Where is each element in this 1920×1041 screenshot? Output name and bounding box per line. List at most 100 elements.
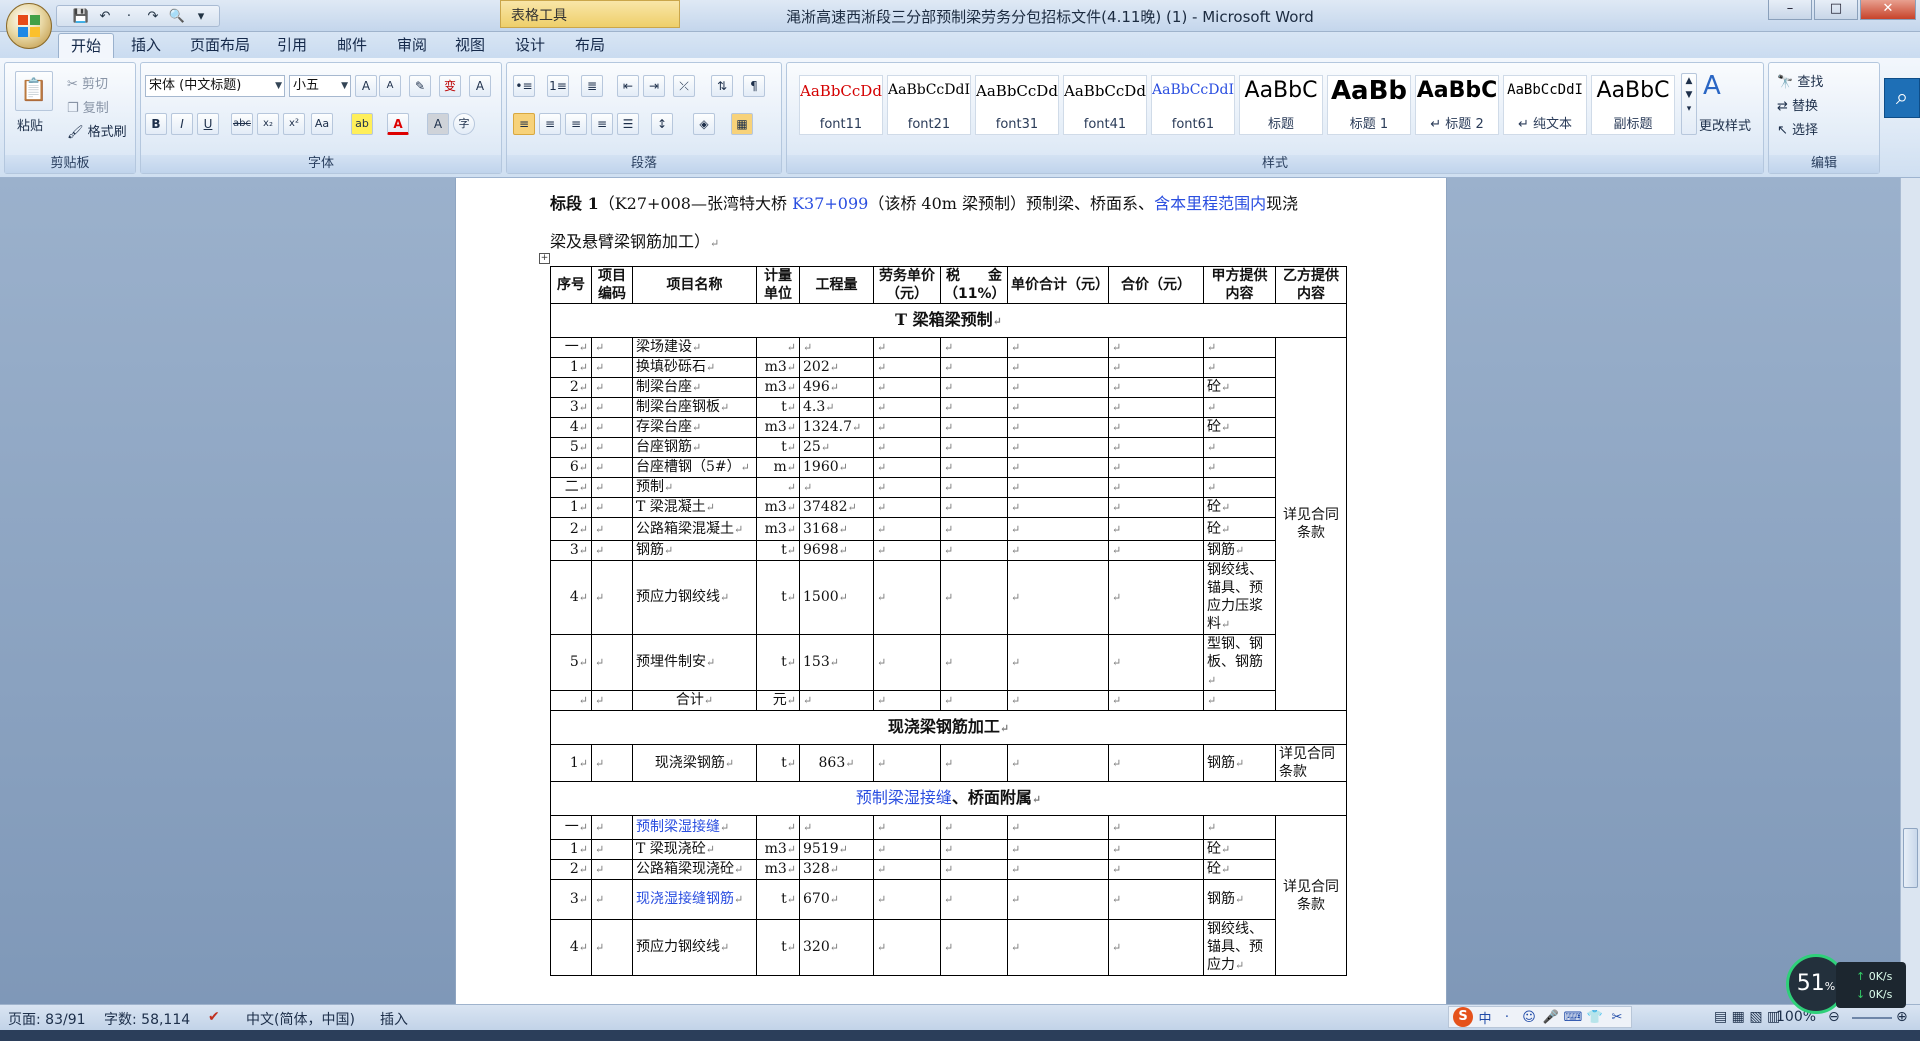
section-title[interactable]: 预制梁湿接缝、桥面附属↵ [550, 781, 1347, 816]
italic-button[interactable]: I [171, 113, 193, 135]
table-cell[interactable]: ↵ [591, 919, 633, 976]
table-cell[interactable]: ↵ [1007, 517, 1109, 541]
table-cell[interactable]: m3↵ [756, 839, 800, 860]
table-cell[interactable]: ↵ [1007, 690, 1109, 711]
table-cell[interactable]: ↵ [1007, 744, 1109, 782]
table-cell[interactable]: ↵ [591, 397, 633, 418]
table-cell[interactable]: 钢筋↵ [1203, 879, 1276, 920]
table-cell[interactable]: t↵ [756, 540, 800, 561]
table-cell[interactable]: ↵ [799, 815, 874, 840]
table-cell[interactable]: ↵ [591, 457, 633, 478]
table-cell[interactable]: ↵ [873, 357, 941, 378]
table-cell[interactable]: ↵ [940, 744, 1008, 782]
table-cell[interactable]: m3↵ [756, 377, 800, 398]
table-cell[interactable]: ↵ [591, 540, 633, 561]
table-cell[interactable]: ↵ [756, 337, 800, 358]
table-cell[interactable]: ↵ [1007, 437, 1109, 458]
insert-mode[interactable]: 插入 [380, 1009, 408, 1029]
table-cell[interactable]: 钢筋↵ [1203, 744, 1276, 782]
table-cell[interactable]: 202↵ [799, 357, 874, 378]
clear-format-icon[interactable]: ✎ [409, 75, 431, 97]
table-cell[interactable]: ↵ [1108, 477, 1204, 498]
table-cell[interactable]: 一↵ [550, 815, 592, 840]
tab-mailings[interactable]: 邮件 [328, 33, 376, 59]
table-cell[interactable]: 二↵ [550, 477, 592, 498]
table-cell[interactable]: 台座槽钢（5#）↵ [632, 457, 757, 478]
table-cell[interactable]: 制梁台座钢板↵ [632, 397, 757, 418]
table-cell[interactable]: ↵ [591, 815, 633, 840]
table-cell[interactable]: ↵ [591, 477, 633, 498]
table-cell[interactable]: ↵ [1108, 457, 1204, 478]
table-cell[interactable]: ↵ [591, 357, 633, 378]
table-cell[interactable]: 预制↵ [632, 477, 757, 498]
table-cell[interactable]: ↵ [1007, 879, 1109, 920]
column-header[interactable]: 乙方提供内容 [1275, 266, 1347, 304]
table-cell[interactable]: 型钢、钢板、钢筋 ↵ [1203, 634, 1276, 691]
table-cell[interactable]: ↵ [940, 634, 1008, 691]
table-cell[interactable]: 9698↵ [799, 540, 874, 561]
enclose-character-button[interactable]: 字 [453, 113, 475, 135]
table-cell[interactable]: ↵ [1108, 919, 1204, 976]
underline-button[interactable]: U [197, 113, 219, 135]
table-cell[interactable]: ↵ [1108, 397, 1204, 418]
style-font11[interactable]: AaBbCcDd font11 [799, 75, 883, 135]
table-cell[interactable]: t↵ [756, 397, 800, 418]
table-cell[interactable]: 328↵ [799, 859, 874, 880]
table-cell[interactable]: ↵ [1203, 357, 1276, 378]
table-cell[interactable]: 1324.7↵ [799, 417, 874, 438]
table-cell[interactable]: ↵ [1203, 457, 1276, 478]
bid-table[interactable]: 序号 项目编码 项目名称 计量单位 工程量 劳务单价（元） 税 金（11%） 单价合计（元） 合… [550, 266, 1347, 976]
table-cell[interactable]: 320↵ [799, 919, 874, 976]
table-cell[interactable]: 6↵ [550, 457, 592, 478]
table-cell[interactable]: ↵ [591, 437, 633, 458]
table-cell[interactable]: ↵ [1108, 744, 1204, 782]
column-header[interactable]: 工程量 [799, 266, 874, 304]
table-cell[interactable]: m3↵ [756, 417, 800, 438]
table-cell[interactable]: t↵ [756, 744, 800, 782]
strikethrough-button[interactable]: abc [231, 113, 253, 135]
table-cell[interactable]: ↵ [591, 859, 633, 880]
table-cell[interactable]: ↵ [1108, 879, 1204, 920]
chinese-layout-icon[interactable]: ⤫ [673, 75, 695, 97]
print-preview-icon[interactable]: 🔍 [167, 9, 187, 24]
table-cell[interactable]: 预应力钢绞线↵ [632, 560, 757, 635]
style-font31[interactable]: AaBbCcDd font31 [975, 75, 1059, 135]
table-cell[interactable]: 砼↵ [1203, 517, 1276, 541]
highlight-button[interactable]: ab [351, 113, 373, 135]
multilevel-list-icon[interactable]: ≣ [581, 75, 603, 97]
table-cell[interactable]: ↵ [1007, 397, 1109, 418]
table-cell[interactable]: 3↵ [550, 397, 592, 418]
column-header[interactable]: 甲方提供内容 [1203, 266, 1276, 304]
table-cell[interactable]: 换填砂砾石↵ [632, 357, 757, 378]
table-cell[interactable]: 制梁台座↵ [632, 377, 757, 398]
ime-mode-icon[interactable]: 中 [1475, 1008, 1495, 1027]
table-cell[interactable]: ↵ [1007, 457, 1109, 478]
table-cell[interactable]: ↵ [873, 377, 941, 398]
decrease-indent-icon[interactable]: ⇤ [617, 75, 639, 97]
table-move-handle-icon[interactable]: + [539, 253, 550, 264]
table-cell[interactable]: ↵ [1007, 337, 1109, 358]
table-cell[interactable]: ↵ [591, 744, 633, 782]
table-cell[interactable]: ↵ [1007, 815, 1109, 840]
line-spacing-icon[interactable]: ↕ [651, 113, 673, 135]
select-button[interactable]: ↖ 选择 [1777, 119, 1818, 138]
table-cell[interactable]: 4↵ [550, 560, 592, 635]
table-cell[interactable]: ↵ [1108, 337, 1204, 358]
tab-home[interactable]: 开始 [58, 33, 114, 59]
table-cell[interactable]: ↵ [873, 437, 941, 458]
table-cell[interactable]: ↵ [940, 815, 1008, 840]
table-cell[interactable]: 现浇湿接缝钢筋↵ [632, 879, 757, 920]
table-cell[interactable]: ↵ [873, 497, 941, 518]
bold-button[interactable]: B [145, 113, 167, 135]
table-cell[interactable]: 5↵ [550, 634, 592, 691]
cut-button[interactable]: ✂ 剪切 [67, 73, 108, 92]
table-cell[interactable]: ↵ [550, 690, 592, 711]
table-cell[interactable]: ↵ [1203, 397, 1276, 418]
table-cell[interactable]: t↵ [756, 437, 800, 458]
table-cell[interactable]: 4↵ [550, 417, 592, 438]
style-font61[interactable]: AaBbCcDdI font61 [1151, 75, 1235, 135]
table-cell[interactable]: ↵ [591, 839, 633, 860]
tab-view[interactable]: 视图 [446, 33, 494, 59]
table-cell[interactable]: 1↵ [550, 357, 592, 378]
table-cell[interactable]: 5↵ [550, 437, 592, 458]
